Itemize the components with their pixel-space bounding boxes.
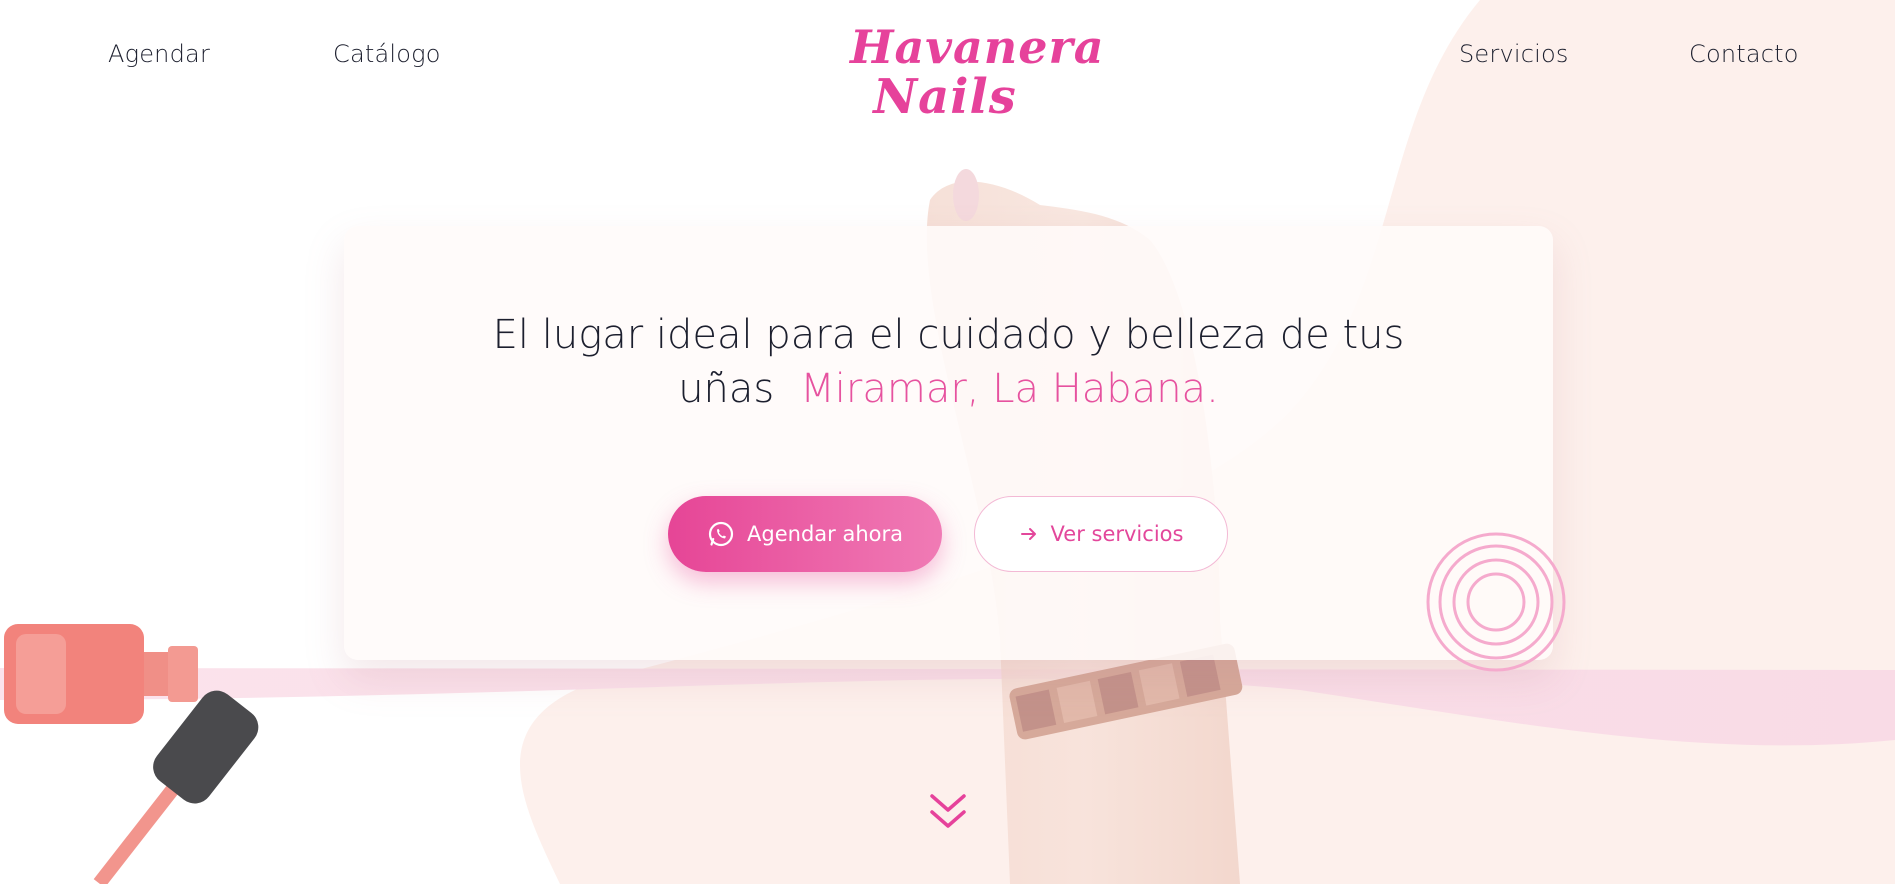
hero-card: El lugar ideal para el cuidado y belleza… [344,226,1553,660]
headline-line-1: El lugar ideal para el cuidado y belleza… [492,312,1405,358]
location-text: Miramar, La Habana. [800,366,1219,412]
concentric-rings-icon [1426,532,1566,672]
nav-link-servicios[interactable]: Servicios [1459,40,1569,68]
ver-servicios-button[interactable]: Ver servicios [974,496,1228,572]
logo-line-2: Nails [873,69,1017,125]
arrow-right-icon [1019,524,1039,544]
brand-logo[interactable]: Havanera Nails [850,20,1105,122]
whatsapp-icon [707,520,735,548]
logo-line-1: Havanera [850,20,1105,74]
fingernail [953,169,979,221]
headline-line-2: uñas [678,366,775,412]
top-nav: Agendar Catálogo Havanera Nails Servicio… [0,0,1895,130]
pink-band [0,668,1895,746]
nav-link-catalogo[interactable]: Catálogo [333,40,441,68]
polish-bottle [4,624,198,724]
agendar-ahora-button[interactable]: Agendar ahora [668,496,942,572]
agendar-ahora-label: Agendar ahora [747,522,903,546]
polish-brush [93,690,259,884]
hero-headline: El lugar ideal para el cuidado y belleza… [344,308,1553,416]
ver-servicios-label: Ver servicios [1050,522,1184,546]
double-chevron-down-icon[interactable] [926,790,970,834]
nav-link-agendar[interactable]: Agendar [108,40,210,68]
nav-link-contacto[interactable]: Contacto [1689,40,1799,68]
